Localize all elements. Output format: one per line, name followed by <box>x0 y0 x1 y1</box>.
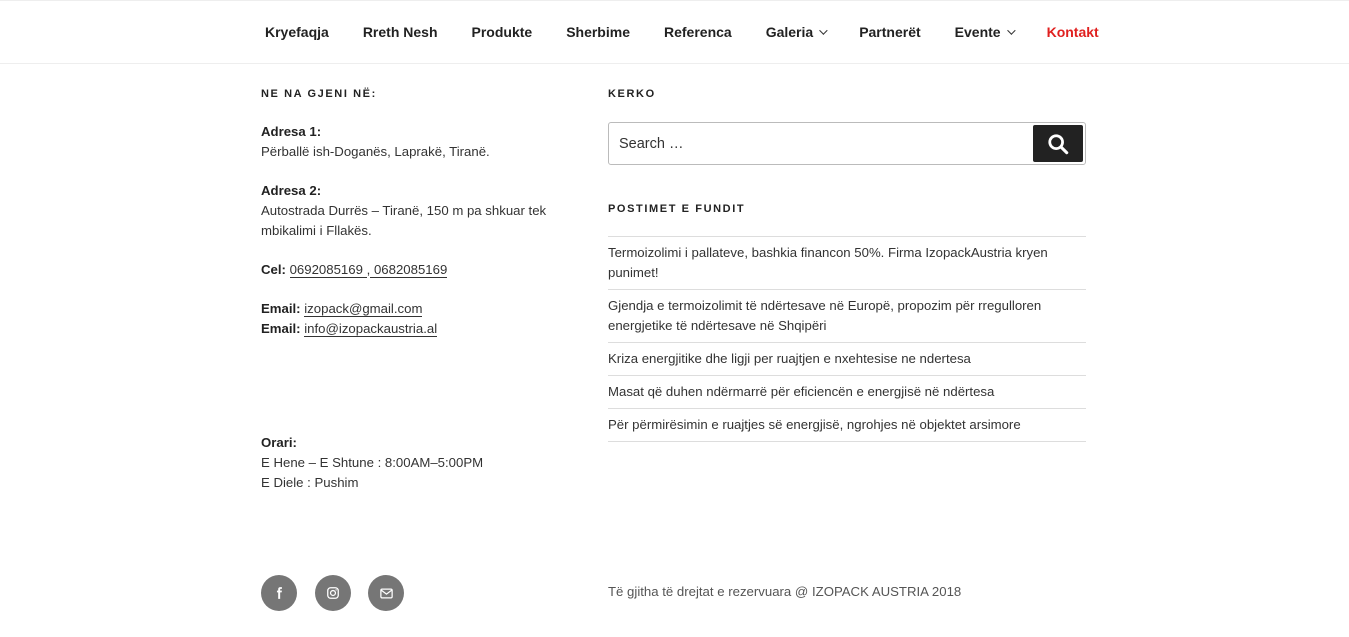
hours-label: Orari: <box>261 435 297 450</box>
address-1: Adresa 1: Përballë ish-Doganës, Laprakë,… <box>261 122 490 162</box>
nav-item-evente[interactable]: Evente <box>938 24 1030 40</box>
address-2-label: Adresa 2: <box>261 183 322 198</box>
email-label-2: Email: <box>261 321 301 336</box>
instagram-icon <box>327 587 339 599</box>
search-widget-title: KERKO <box>608 88 656 100</box>
nav-item-sherbime[interactable]: Sherbime <box>549 24 647 40</box>
email-label-1: Email: <box>261 301 301 316</box>
recent-post-link[interactable]: Masat që duhen ndërmarrë për eficiencën … <box>608 376 1086 409</box>
opening-hours: Orari: E Hene – E Shtune : 8:00AM–5:00PM… <box>261 433 483 493</box>
address-2-line-2: mbikalimi i Fllakës. <box>261 223 372 238</box>
email-link-2[interactable]: info@izopackaustria.al <box>304 321 438 337</box>
hours-sunday: E Diele : Pushim <box>261 475 359 490</box>
hours-weekdays: E Hene – E Shtune : 8:00AM–5:00PM <box>261 455 484 470</box>
email-link-1[interactable]: izopack@gmail.com <box>304 301 423 317</box>
nav-item-kontakt[interactable]: Kontakt <box>1030 24 1116 40</box>
nav-item-produkte[interactable]: Produkte <box>455 24 550 40</box>
recent-post-link[interactable]: Termoizolimi i pallateve, bashkia financ… <box>608 237 1086 290</box>
phone-link-2[interactable]: 0682085169 <box>370 262 448 278</box>
nav-item-rreth-nesh[interactable]: Rreth Nesh <box>346 24 455 40</box>
search-icon <box>1048 133 1069 154</box>
chevron-down-icon <box>819 26 828 35</box>
nav-item-kryefaqja[interactable]: Kryefaqja <box>248 24 346 40</box>
recent-posts-title: POSTIMET E FUNDIT <box>608 203 746 215</box>
phone-line: Cel: 0692085169 , 0682085169 <box>261 260 448 280</box>
chevron-down-icon <box>1006 26 1016 35</box>
sidebar-widgets: KERKO POSTIMET E FUNDIT Termoizolimi i p… <box>608 88 1086 442</box>
address-2-line-1: Autostrada Durrës – Tiranë, 150 m pa shk… <box>261 203 547 218</box>
nav-item-galeria[interactable]: Galeria <box>749 24 842 40</box>
instagram-button[interactable] <box>315 575 351 611</box>
recent-post-link[interactable]: Gjendja e termoizolimit të ndërtesave në… <box>608 290 1086 343</box>
address-2: Adresa 2: Autostrada Durrës – Tiranë, 15… <box>261 181 546 241</box>
nav-item-referenca[interactable]: Referenca <box>647 24 749 40</box>
phone-link-1[interactable]: 0692085169 <box>289 262 367 278</box>
search-form <box>608 122 1086 165</box>
contact-widget: NE NA GJENI NË: Adresa 1: Përballë ish-D… <box>261 88 561 490</box>
mail-icon <box>379 588 393 598</box>
recent-post-link[interactable]: Kriza energjitike dhe ligji per ruajtjen… <box>608 343 1086 376</box>
recent-post-link[interactable]: Për përmirësimin e ruajtjes së energjisë… <box>608 409 1086 442</box>
copyright-text: Të gjitha të drejtat e rezervuara @ IZOP… <box>608 584 962 599</box>
email-button[interactable] <box>368 575 404 611</box>
recent-posts-list: Termoizolimi i pallateve, bashkia financ… <box>608 236 1086 442</box>
search-button[interactable] <box>1033 125 1083 162</box>
main-navigation: Kryefaqja Rreth Nesh Produkte Sherbime R… <box>0 0 1349 64</box>
facebook-icon <box>276 587 282 599</box>
search-input[interactable] <box>619 123 1029 164</box>
nav-item-partneret[interactable]: Partnerët <box>842 24 937 40</box>
address-1-text: Përballë ish-Doganës, Laprakë, Tiranë. <box>261 144 490 159</box>
nav-menu: Kryefaqja Rreth Nesh Produkte Sherbime R… <box>248 1 1116 63</box>
contact-widget-title: NE NA GJENI NË: <box>261 88 377 100</box>
address-1-label: Adresa 1: <box>261 124 322 139</box>
phone-label: Cel: <box>261 262 286 277</box>
facebook-button[interactable] <box>261 575 297 611</box>
email-lines: Email: izopack@gmail.com Email: info@izo… <box>261 299 438 339</box>
